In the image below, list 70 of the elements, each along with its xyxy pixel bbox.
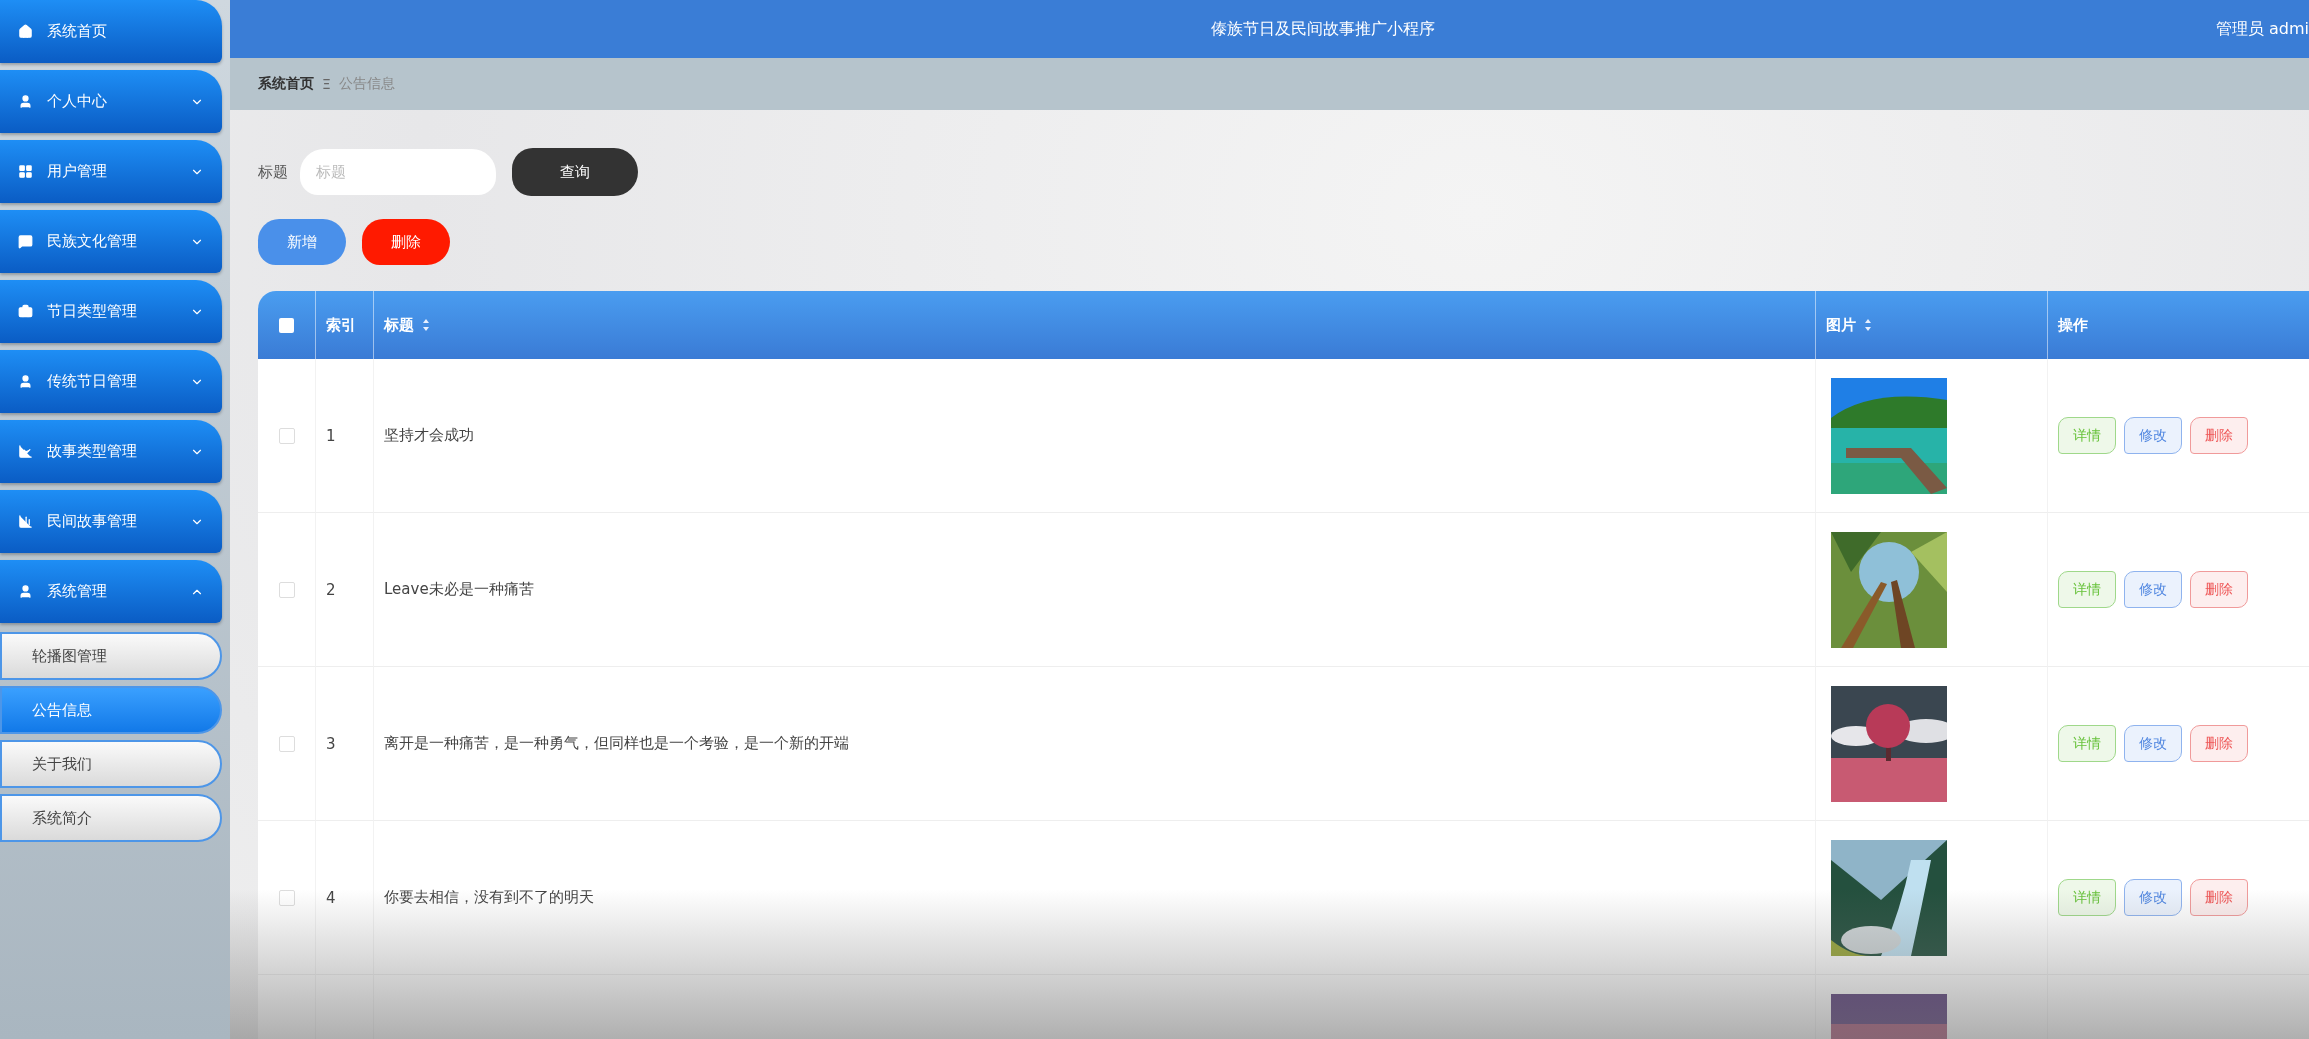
grid-icon — [18, 164, 33, 179]
detail-button[interactable]: 详情 — [2058, 417, 2116, 454]
add-button[interactable]: 新增 — [258, 219, 346, 265]
sidebar-item[interactable]: 民族文化管理 — [0, 210, 222, 273]
submenu-item[interactable]: 关于我们 — [0, 740, 222, 788]
chat-icon — [18, 234, 33, 249]
select-all-checkbox[interactable] — [279, 317, 294, 333]
search-label: 标题 — [258, 162, 288, 182]
menu-label: 节日类型管理 — [47, 302, 138, 321]
menu-label: 传统节日管理 — [47, 372, 138, 391]
index-cell: 3 — [326, 734, 336, 753]
row-checkbox[interactable] — [278, 427, 295, 444]
column-header[interactable]: 标题 — [384, 315, 414, 335]
sidebar-item[interactable]: 用户管理 — [0, 140, 222, 203]
column-header[interactable]: 图片 — [1826, 315, 1856, 335]
detail-button[interactable]: 详情 — [2058, 879, 2116, 916]
column-header: 操作 — [2058, 315, 2088, 335]
index-cell: 2 — [326, 580, 336, 599]
breadcrumb-current: 公告信息 — [338, 75, 395, 93]
edit-button[interactable]: 修改 — [2124, 879, 2182, 916]
title-cell: 你要去相信，没有到不了的明天 — [384, 888, 594, 907]
edit-button[interactable]: 修改 — [2124, 417, 2182, 454]
title-cell: 离开是一种痛苦，是一种勇气，但同样也是一个考验，是一个新的开端 — [384, 734, 849, 753]
submenu-item[interactable]: 轮播图管理 — [0, 632, 222, 680]
app-title: 傣族节日及民间故事推广小程序 — [1209, 18, 1436, 40]
menu-label: 民族文化管理 — [47, 232, 138, 251]
title-cell: 坚持才会成功 — [384, 426, 474, 445]
breadcrumb-link[interactable]: 系统首页 — [258, 75, 314, 93]
user-name[interactable]: 管理员 admi — [2215, 18, 2309, 40]
menu-label: 系统管理 — [47, 582, 108, 601]
row-checkbox[interactable] — [278, 735, 295, 752]
index-cell: 1 — [326, 426, 336, 445]
submenu-item[interactable]: 系统简介 — [0, 794, 222, 842]
detail-button[interactable]: 详情 — [2058, 571, 2116, 608]
index-cell: 4 — [326, 888, 336, 907]
menu-label: 系统首页 — [47, 22, 108, 41]
delete-button[interactable]: 删除 — [362, 219, 450, 265]
edit-button[interactable]: 修改 — [2124, 571, 2182, 608]
title-cell: Leave未必是一种痛苦 — [384, 580, 534, 599]
home-icon — [18, 24, 33, 39]
edit-button[interactable]: 修改 — [2124, 725, 2182, 762]
sidebar-item[interactable]: 系统管理 — [0, 560, 222, 623]
row-checkbox[interactable] — [278, 581, 295, 598]
column-header: 索引 — [326, 315, 356, 335]
sidebar-item[interactable]: 传统节日管理 — [0, 350, 222, 413]
menu-label: 民间故事管理 — [47, 512, 138, 531]
sidebar-item[interactable]: 个人中心 — [0, 70, 222, 133]
sidebar-item[interactable]: 故事类型管理 — [0, 420, 222, 483]
breadcrumb-separator: Ξ — [322, 76, 331, 92]
detail-button[interactable]: 详情 — [2058, 725, 2116, 762]
row-checkbox[interactable] — [278, 889, 295, 906]
menu-label: 故事类型管理 — [47, 442, 138, 461]
sidebar-item[interactable]: 系统首页 — [0, 0, 222, 63]
user-icon — [18, 584, 33, 599]
sidebar-item[interactable]: 节日类型管理 — [0, 280, 222, 343]
sidebar-item[interactable]: 民间故事管理 — [0, 490, 222, 553]
query-button[interactable]: 查询 — [512, 148, 638, 196]
delete-button[interactable]: 删除 — [2190, 879, 2248, 916]
submenu-item[interactable]: 公告信息 — [0, 686, 222, 734]
delete-button[interactable]: 删除 — [2190, 571, 2248, 608]
delete-button[interactable]: 删除 — [2190, 725, 2248, 762]
briefcase-icon — [18, 304, 33, 319]
menu-label: 个人中心 — [47, 92, 108, 111]
sort-icon[interactable] — [422, 318, 430, 332]
user-icon — [18, 94, 33, 109]
search-field[interactable]: 标题 — [300, 149, 496, 195]
delete-button[interactable]: 删除 — [2190, 417, 2248, 454]
sort-icon[interactable] — [1864, 318, 1872, 332]
user-icon — [18, 374, 33, 389]
menu-label: 用户管理 — [47, 162, 108, 181]
